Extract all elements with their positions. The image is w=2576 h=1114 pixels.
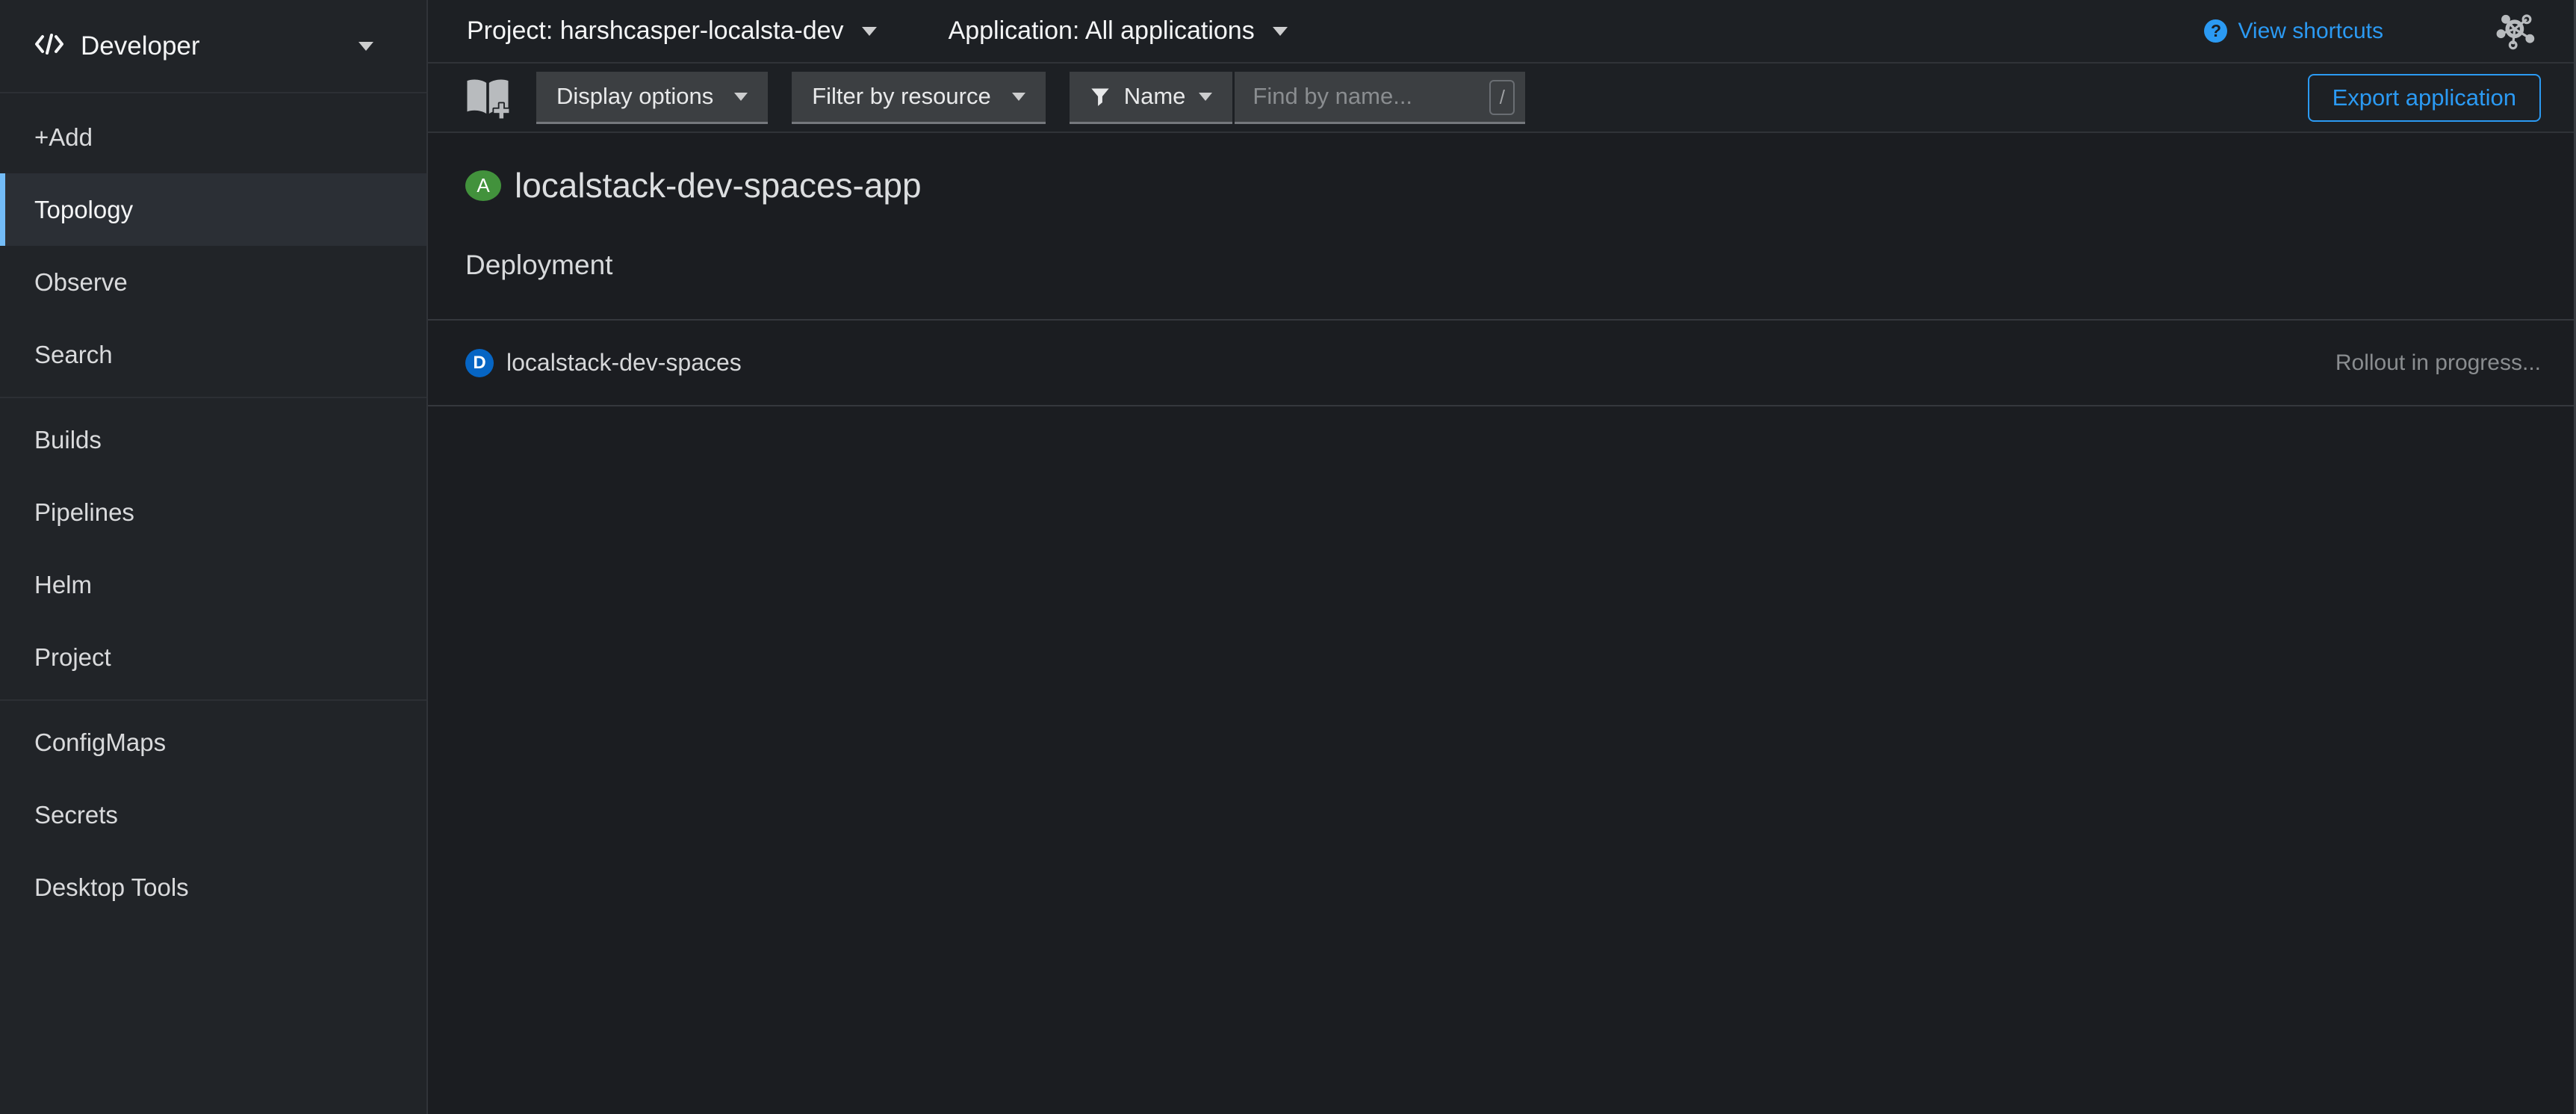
resource-section-heading: Deployment [465, 250, 2574, 282]
sidebar-item-helm[interactable]: Helm [0, 548, 426, 621]
project-selector-label: Project: harshcasper-localsta-dev [467, 16, 844, 46]
find-by-name-wrap: / [1235, 72, 1525, 124]
book-plus-icon[interactable] [463, 75, 512, 120]
topology-graph-icon[interactable] [2495, 12, 2537, 51]
app-window: Developer +Add Topology Observe Search B… [0, 0, 2576, 1114]
sidebar-item-search[interactable]: Search [0, 318, 426, 391]
view-shortcuts-label: View shortcuts [2238, 19, 2383, 44]
sidebar-divider [0, 397, 426, 398]
sidebar-item-configmaps[interactable]: ConfigMaps [0, 706, 426, 779]
display-options-label: Display options [556, 83, 713, 110]
sidebar-item-builds[interactable]: Builds [0, 403, 426, 476]
deployment-badge: D [465, 349, 494, 377]
sidebar-item-label: ConfigMaps [34, 728, 166, 757]
sidebar-item-add[interactable]: +Add [0, 101, 426, 173]
sidebar-item-label: Desktop Tools [34, 873, 189, 902]
view-shortcuts-link[interactable]: ? View shortcuts [2204, 19, 2383, 44]
find-by-name-input[interactable] [1235, 72, 1525, 124]
sidebar-item-pipelines[interactable]: Pipelines [0, 476, 426, 548]
sidebar-item-label: Project [34, 643, 111, 672]
code-icon [34, 32, 64, 60]
topology-toolbar: Display options Filter by resource Name [428, 64, 2574, 133]
resource-name: localstack-dev-spaces [506, 349, 742, 377]
sidebar-item-secrets[interactable]: Secrets [0, 779, 426, 851]
filter-by-resource-label: Filter by resource [812, 83, 990, 110]
resource-status: Rollout in progress... [2336, 350, 2541, 376]
masthead-right: ? View shortcuts [2204, 12, 2537, 51]
resource-row-deployment[interactable]: D localstack-dev-spaces Rollout in progr… [428, 319, 2574, 406]
caret-down-icon [1012, 93, 1025, 101]
sidebar: Developer +Add Topology Observe Search B… [0, 0, 428, 1114]
main-area: Project: harshcasper-localsta-dev Applic… [428, 0, 2574, 1114]
topology-list-view: A localstack-dev-spaces-app Deployment D… [428, 133, 2574, 1114]
sidebar-item-label: Search [34, 341, 113, 369]
question-circle-icon: ? [2204, 19, 2227, 43]
sidebar-item-label: Builds [34, 426, 102, 454]
application-badge: A [465, 170, 501, 201]
sidebar-item-label: Topology [34, 196, 133, 224]
name-filter-group: Name / [1070, 72, 1526, 124]
perspective-label: Developer [81, 31, 200, 61]
caret-down-icon [359, 42, 373, 51]
slash-shortcut-key: / [1489, 80, 1515, 115]
project-selector[interactable]: Project: harshcasper-localsta-dev [467, 16, 877, 46]
sidebar-item-label: Observe [34, 268, 128, 297]
application-selector[interactable]: Application: All applications [949, 16, 1288, 46]
name-filter-dropdown[interactable]: Name [1070, 72, 1233, 124]
perspective-switcher[interactable]: Developer [0, 0, 426, 93]
sidebar-item-topology[interactable]: Topology [0, 173, 426, 246]
caret-down-icon [1199, 93, 1212, 101]
sidebar-divider [0, 699, 426, 701]
name-filter-label: Name [1124, 83, 1186, 110]
display-options-dropdown[interactable]: Display options [536, 72, 768, 124]
application-title: localstack-dev-spaces-app [515, 165, 922, 205]
export-application-button[interactable]: Export application [2308, 74, 2541, 122]
sidebar-item-label: Pipelines [34, 498, 134, 527]
sidebar-item-desktop-tools[interactable]: Desktop Tools [0, 851, 426, 923]
caret-down-icon [862, 27, 877, 36]
masthead: Project: harshcasper-localsta-dev Applic… [428, 0, 2574, 64]
application-group-header: A localstack-dev-spaces-app [465, 167, 2541, 203]
sidebar-item-observe[interactable]: Observe [0, 246, 426, 318]
sidebar-item-label: Secrets [34, 801, 118, 829]
caret-down-icon [734, 93, 748, 101]
sidebar-nav: +Add Topology Observe Search Builds Pipe… [0, 93, 426, 923]
sidebar-item-label: +Add [34, 123, 93, 152]
filter-icon [1090, 86, 1111, 107]
sidebar-item-label: Helm [34, 571, 92, 599]
filter-by-resource-dropdown[interactable]: Filter by resource [792, 72, 1045, 124]
sidebar-item-project[interactable]: Project [0, 621, 426, 693]
application-selector-label: Application: All applications [949, 16, 1255, 46]
caret-down-icon [1273, 27, 1288, 36]
